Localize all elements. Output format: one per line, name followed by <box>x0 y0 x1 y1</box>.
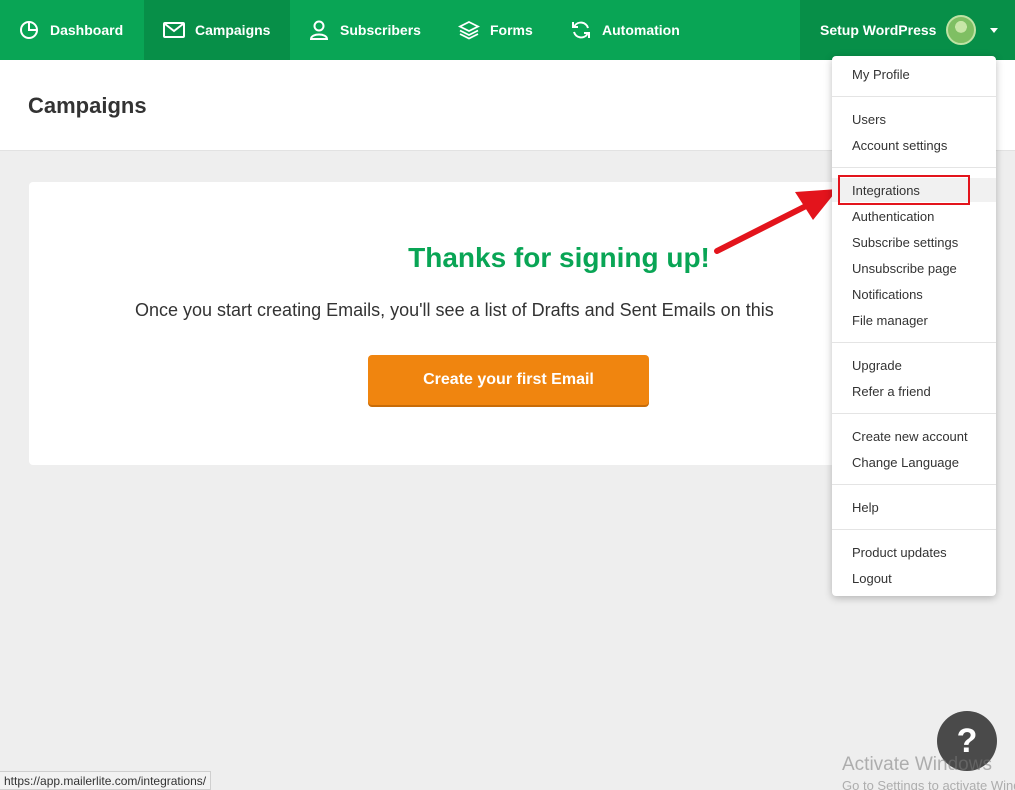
red-arrow-annotation <box>714 189 838 254</box>
nav-forms-label: Forms <box>490 22 533 38</box>
status-bar-url: https://app.mailerlite.com/integrations/ <box>0 771 212 790</box>
activate-windows-watermark: Activate Windows <box>842 754 992 775</box>
menu-item-my-profile[interactable]: My Profile <box>832 62 996 86</box>
menu-item-upgrade[interactable]: Upgrade <box>832 353 996 377</box>
clock-icon <box>18 19 40 41</box>
nav-automation-label: Automation <box>602 22 680 38</box>
top-navigation: Dashboard Campaigns Subscribers Forms Au… <box>0 0 1015 60</box>
menu-item-notifications[interactable]: Notifications <box>832 282 996 306</box>
menu-item-product-updates[interactable]: Product updates <box>832 540 996 564</box>
menu-divider <box>832 529 996 530</box>
envelope-icon <box>163 19 185 41</box>
menu-item-file-manager[interactable]: File manager <box>832 308 996 332</box>
nav-automation[interactable]: Automation <box>552 0 712 60</box>
menu-divider <box>832 342 996 343</box>
nav-forms[interactable]: Forms <box>440 0 552 60</box>
menu-divider <box>832 96 996 97</box>
menu-item-account-settings[interactable]: Account settings <box>832 133 996 157</box>
nav-subscribers-label: Subscribers <box>340 22 421 38</box>
activate-windows-subtext: Go to Settings to activate Windows. <box>842 778 1015 790</box>
menu-item-logout[interactable]: Logout <box>832 566 996 590</box>
integrations-highlight-box <box>838 175 970 205</box>
nav-dashboard[interactable]: Dashboard <box>0 0 144 60</box>
caret-down-icon <box>990 27 999 33</box>
menu-divider <box>832 413 996 414</box>
menu-item-authentication[interactable]: Authentication <box>832 204 996 228</box>
nav-campaigns-label: Campaigns <box>195 22 271 38</box>
nav-campaigns[interactable]: Campaigns <box>144 0 290 60</box>
nav-dashboard-label: Dashboard <box>50 22 124 38</box>
account-menu-button[interactable]: Setup WordPress <box>800 0 1015 60</box>
account-dropdown-menu: My Profile Users Account settings Integr… <box>832 56 996 596</box>
layers-icon <box>458 19 480 41</box>
page-title: Campaigns <box>28 93 147 118</box>
create-first-email-button[interactable]: Create your first Email <box>368 355 649 405</box>
menu-item-change-language[interactable]: Change Language <box>832 450 996 474</box>
user-icon <box>308 19 330 41</box>
menu-item-unsubscribe-page[interactable]: Unsubscribe page <box>832 256 996 280</box>
menu-divider <box>832 484 996 485</box>
menu-item-subscribe-settings[interactable]: Subscribe settings <box>832 230 996 254</box>
menu-divider <box>832 167 996 168</box>
menu-item-users[interactable]: Users <box>832 107 996 131</box>
refresh-icon <box>570 19 592 41</box>
nav-subscribers[interactable]: Subscribers <box>290 0 440 60</box>
menu-item-refer-a-friend[interactable]: Refer a friend <box>832 379 996 403</box>
menu-item-create-new-account[interactable]: Create new account <box>832 424 996 448</box>
avatar <box>946 15 977 45</box>
empty-state-text: Once you start creating Emails, you'll s… <box>135 300 774 320</box>
account-name: Setup WordPress <box>820 22 937 38</box>
menu-item-help[interactable]: Help <box>832 495 996 519</box>
